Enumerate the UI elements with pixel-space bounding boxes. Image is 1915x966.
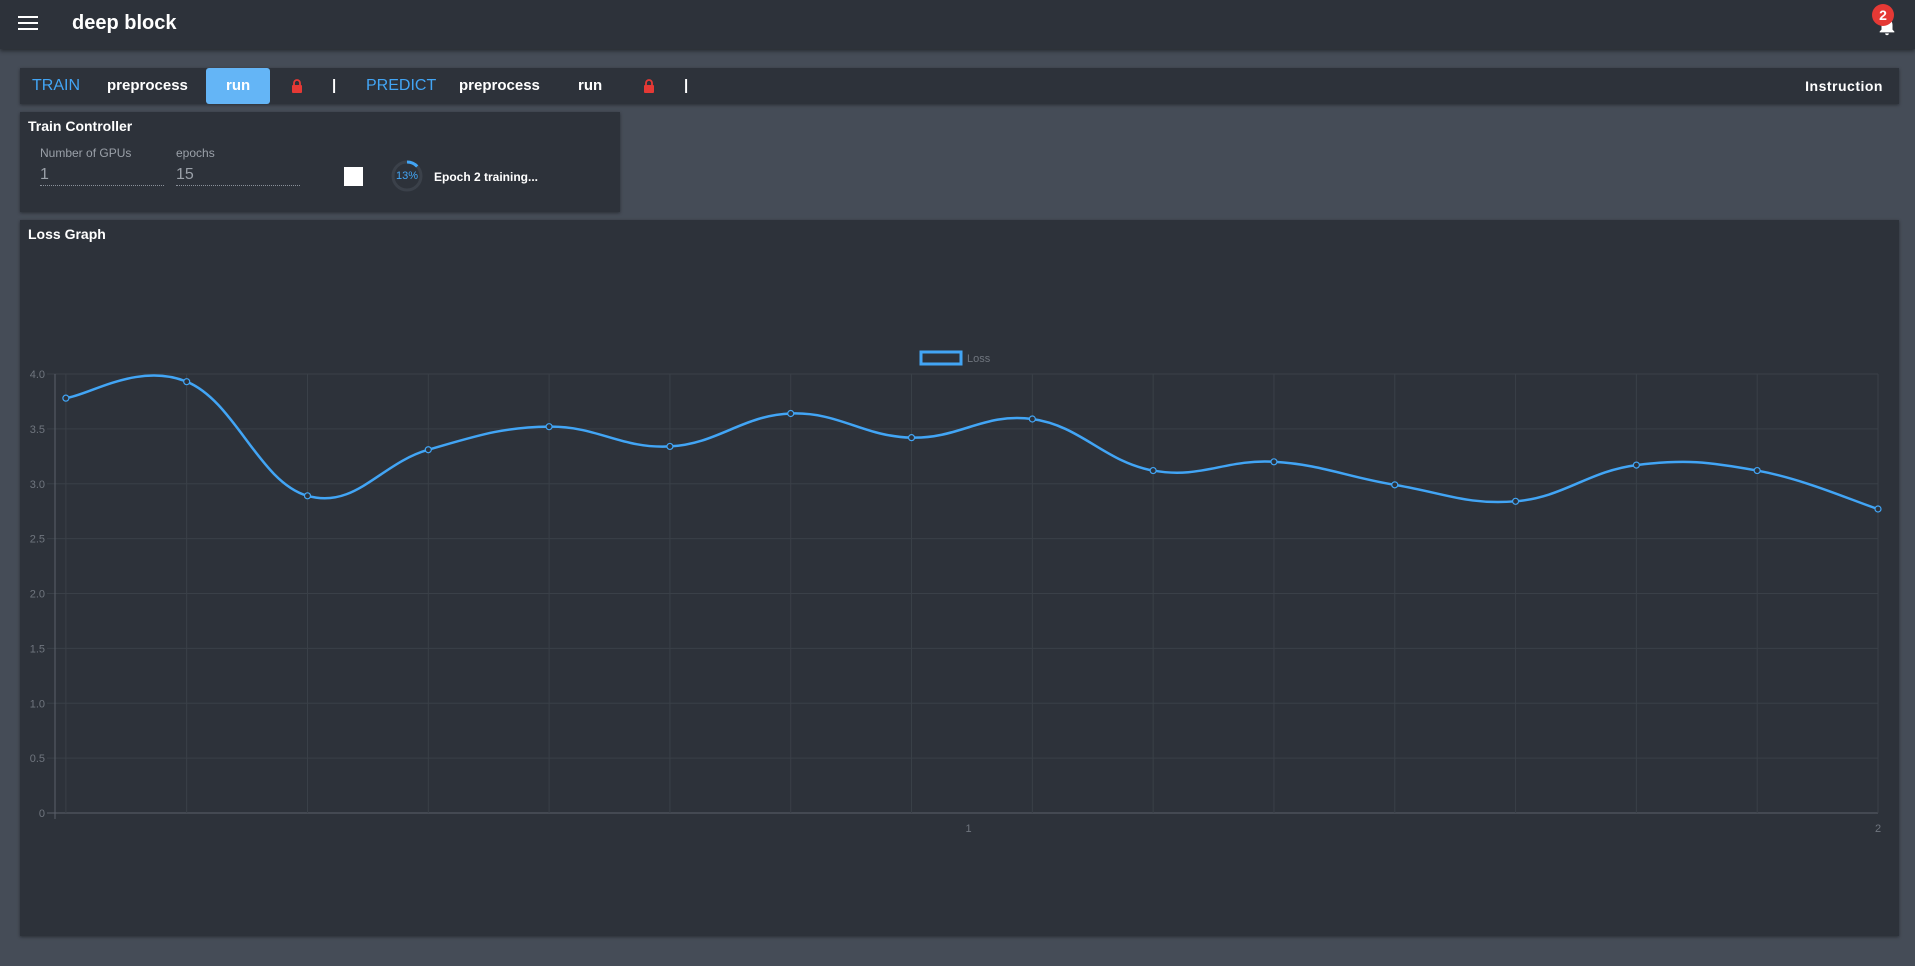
epochs-label: epochs — [176, 146, 215, 160]
app-bar: deep block 2 — [0, 0, 1915, 49]
legend-label: Loss — [967, 353, 991, 365]
y-tick-label: 0 — [39, 808, 45, 820]
lock-icon — [644, 79, 654, 93]
tab-train[interactable]: TRAIN — [32, 68, 80, 104]
loss-point — [1149, 466, 1157, 475]
y-tick-label: 0.5 — [30, 753, 45, 765]
tab-train-preprocess[interactable]: preprocess — [107, 68, 188, 104]
y-tick-label: 1.0 — [30, 698, 45, 710]
tab-separator: | — [684, 77, 689, 94]
loss-graph-card: 0 0.5 1.0 1.5 2.0 2.5 3.0 3.5 4.0 1 2 Loss Loss Gra… — [20, 220, 1899, 936]
tab-bar: TRAIN preprocess run | PREDICT preproces… — [20, 68, 1899, 104]
tab-separator: | — [332, 77, 337, 94]
loss-point — [1632, 461, 1640, 469]
loss-point — [666, 442, 674, 451]
y-tick-label: 2.0 — [30, 589, 45, 601]
y-tick-label: 3.5 — [30, 424, 45, 436]
loss-point — [1753, 466, 1761, 475]
y-tick-label: 3.0 — [30, 479, 45, 491]
gpus-input[interactable] — [40, 164, 164, 186]
legend-swatch — [919, 350, 963, 366]
x-tick-label: 2 — [1875, 823, 1881, 835]
loss-point — [1391, 481, 1399, 489]
tab-train-run[interactable]: run — [206, 68, 271, 104]
y-tick-label: 1.5 — [30, 643, 45, 655]
loss-line — [65, 374, 1879, 511]
graph-title: Loss Graph — [28, 226, 106, 242]
loss-point — [424, 446, 432, 454]
gpus-field: Number of GPUs — [40, 146, 164, 186]
instruction-button[interactable]: Instruction — [1805, 68, 1883, 104]
loss-point — [1270, 458, 1278, 466]
y-tick-label: 4.0 — [30, 369, 45, 381]
loss-chart: 0 0.5 1.0 1.5 2.0 2.5 3.0 3.5 4.0 1 2 Loss — [30, 350, 1882, 835]
loss-point — [545, 423, 553, 431]
controller-title: Train Controller — [28, 118, 133, 134]
loss-point — [907, 434, 916, 442]
gpus-label: Number of GPUs — [40, 146, 132, 160]
loss-point — [62, 394, 70, 402]
epochs-field: epochs — [176, 146, 300, 186]
loss-point — [1874, 505, 1882, 513]
stop-button[interactable] — [344, 167, 363, 186]
training-status: Epoch 2 training... — [434, 170, 539, 184]
train-controller: Train Controller Number of GPUs epochs 1… — [20, 112, 620, 212]
x-tick-label: 1 — [965, 823, 971, 835]
progress-percent: 13% — [395, 170, 419, 182]
loss-point — [787, 409, 795, 418]
loss-point — [1511, 497, 1520, 505]
tab-predict[interactable]: PREDICT — [366, 68, 436, 104]
loss-point — [303, 492, 312, 500]
epochs-input[interactable] — [176, 164, 300, 186]
tab-predict-preprocess[interactable]: preprocess — [459, 68, 540, 104]
tab-predict-run[interactable]: run — [578, 68, 602, 104]
menu-icon[interactable] — [18, 16, 38, 32]
notification-badge: 2 — [1872, 4, 1894, 26]
loss-point — [183, 378, 191, 386]
loss-point — [1028, 415, 1036, 423]
y-tick-label: 2.5 — [30, 534, 45, 546]
lock-icon — [292, 79, 302, 93]
app-title: deep block — [72, 12, 177, 34]
